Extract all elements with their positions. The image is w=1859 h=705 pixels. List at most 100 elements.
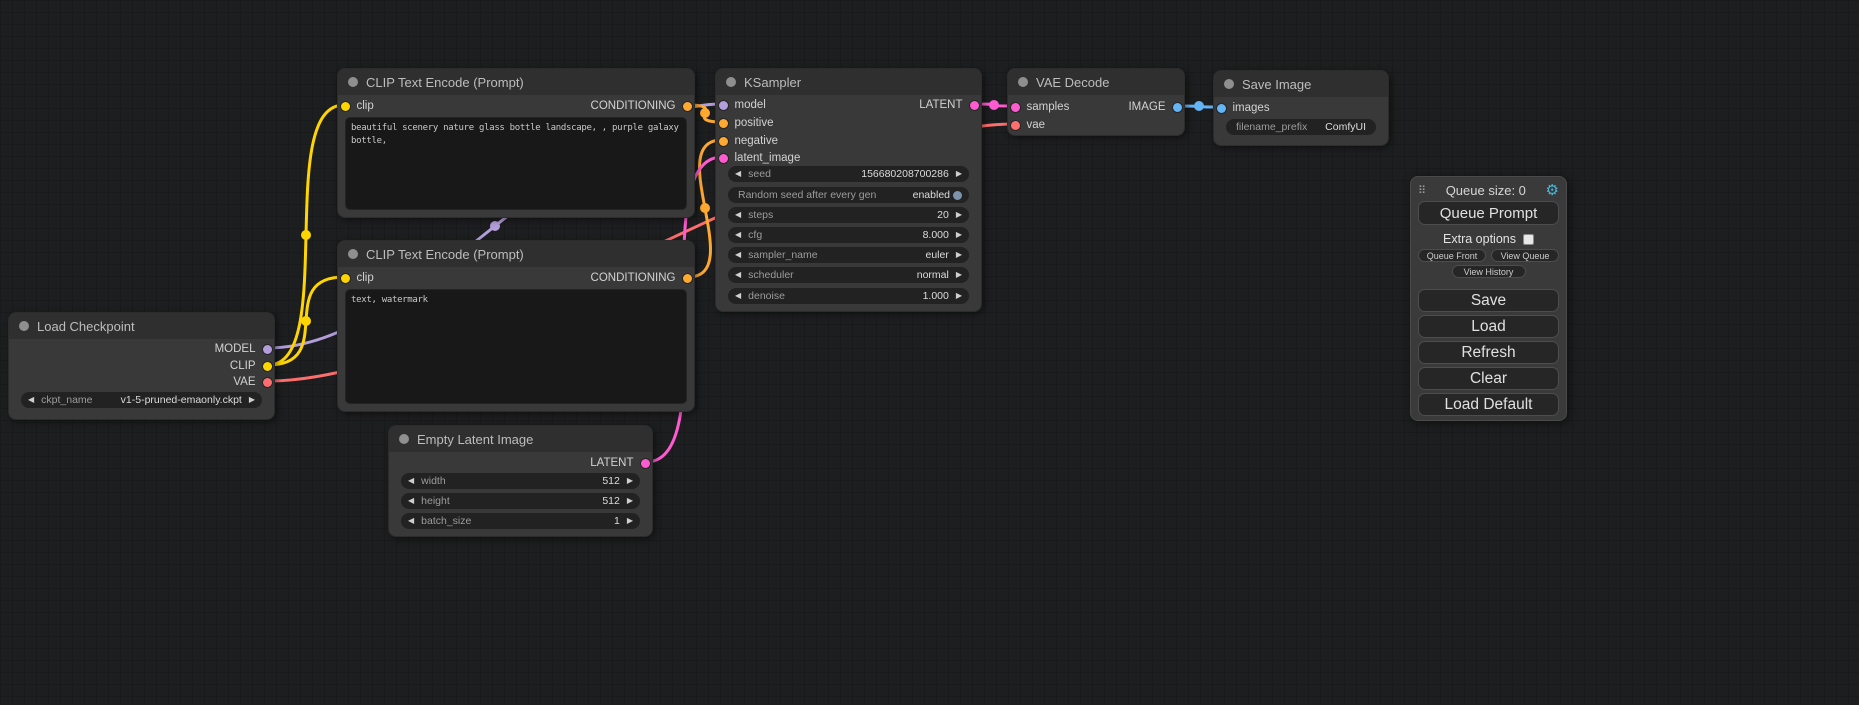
next-arrow-icon[interactable]: ▶: [627, 517, 633, 525]
slot-dot-conditioning[interactable]: [719, 119, 728, 128]
node-title-bar[interactable]: Save Image: [1214, 71, 1388, 97]
slot-dot-image[interactable]: [1173, 103, 1182, 112]
refresh-button[interactable]: Refresh: [1418, 341, 1559, 364]
node-load-checkpoint[interactable]: Load Checkpoint MODEL CLIP VAE ◀ ckpt_na…: [8, 312, 275, 420]
collapse-dot-icon[interactable]: [19, 321, 29, 331]
slot-dot-conditioning[interactable]: [719, 137, 728, 146]
next-arrow-icon[interactable]: ▶: [956, 170, 962, 178]
prev-arrow-icon[interactable]: ◀: [735, 211, 741, 219]
slot-dot-model[interactable]: [719, 101, 728, 110]
slot-dot-clip[interactable]: [341, 102, 350, 111]
prev-arrow-icon[interactable]: ◀: [735, 292, 741, 300]
input-slot-latent-image[interactable]: latent_image: [719, 152, 801, 165]
slot-dot-conditioning[interactable]: [683, 274, 692, 283]
prev-arrow-icon[interactable]: ◀: [735, 231, 741, 239]
clear-button[interactable]: Clear: [1418, 367, 1559, 390]
prev-arrow-icon[interactable]: ◀: [735, 170, 741, 178]
next-arrow-icon[interactable]: ▶: [956, 251, 962, 259]
slot-dot-image[interactable]: [1217, 104, 1226, 113]
prev-arrow-icon[interactable]: ◀: [408, 497, 414, 505]
output-slot-conditioning[interactable]: CONDITIONING: [591, 272, 692, 285]
next-arrow-icon[interactable]: ▶: [627, 497, 633, 505]
queue-front-button[interactable]: Queue Front: [1418, 249, 1486, 262]
widget-scheduler[interactable]: ◀ scheduler normal ▶: [728, 267, 969, 283]
slot-dot-conditioning[interactable]: [683, 102, 692, 111]
node-empty-latent-image[interactable]: Empty Latent Image LATENT ◀ width 512 ▶ …: [388, 425, 653, 537]
prompt-textarea[interactable]: beautiful scenery nature glass bottle la…: [345, 117, 687, 210]
prev-arrow-icon[interactable]: ◀: [408, 517, 414, 525]
widget-sampler-name[interactable]: ◀ sampler_name euler ▶: [728, 247, 969, 263]
view-queue-button[interactable]: View Queue: [1491, 249, 1559, 262]
slot-dot-model[interactable]: [263, 345, 272, 354]
node-save-image[interactable]: Save Image images filename_prefix ComfyU…: [1213, 70, 1389, 146]
node-clip-text-encode-positive[interactable]: CLIP Text Encode (Prompt) clip CONDITION…: [337, 68, 695, 218]
collapse-dot-icon[interactable]: [1018, 77, 1028, 87]
slot-dot-vae[interactable]: [1011, 121, 1020, 130]
prev-arrow-icon[interactable]: ◀: [735, 271, 741, 279]
output-slot-vae[interactable]: VAE: [233, 376, 271, 389]
next-arrow-icon[interactable]: ▶: [956, 231, 962, 239]
widget-seed[interactable]: ◀ seed 156680208700286 ▶: [728, 166, 969, 182]
slot-dot-latent[interactable]: [641, 459, 650, 468]
toggle-indicator-icon[interactable]: [953, 191, 962, 200]
input-slot-clip[interactable]: clip: [341, 272, 374, 285]
slot-dot-latent[interactable]: [719, 154, 728, 163]
input-slot-clip[interactable]: clip: [341, 100, 374, 113]
view-history-button[interactable]: View History: [1452, 265, 1526, 278]
load-button[interactable]: Load: [1418, 315, 1559, 338]
prev-arrow-icon[interactable]: ◀: [408, 477, 414, 485]
widget-ckpt-name[interactable]: ◀ ckpt_name v1-5-pruned-emaonly.ckpt ▶: [21, 392, 262, 408]
slot-dot-latent[interactable]: [970, 101, 979, 110]
output-slot-model[interactable]: MODEL: [215, 343, 272, 356]
settings-gear-icon[interactable]: ⚙: [1546, 183, 1559, 198]
widget-height[interactable]: ◀ height 512 ▶: [401, 493, 640, 509]
next-arrow-icon[interactable]: ▶: [956, 292, 962, 300]
node-title-bar[interactable]: CLIP Text Encode (Prompt): [338, 69, 694, 95]
node-title-bar[interactable]: CLIP Text Encode (Prompt): [338, 241, 694, 267]
input-slot-images[interactable]: images: [1217, 102, 1270, 115]
next-arrow-icon[interactable]: ▶: [956, 271, 962, 279]
input-slot-positive[interactable]: positive: [719, 117, 774, 130]
widget-batch-size[interactable]: ◀ batch_size 1 ▶: [401, 513, 640, 529]
slot-dot-clip[interactable]: [263, 362, 272, 371]
load-default-button[interactable]: Load Default: [1418, 393, 1559, 416]
slot-dot-vae[interactable]: [263, 378, 272, 387]
collapse-dot-icon[interactable]: [348, 77, 358, 87]
input-slot-negative[interactable]: negative: [719, 135, 778, 148]
next-arrow-icon[interactable]: ▶: [249, 396, 255, 404]
node-title-bar[interactable]: VAE Decode: [1008, 69, 1184, 95]
slot-dot-clip[interactable]: [341, 274, 350, 283]
widget-width[interactable]: ◀ width 512 ▶: [401, 473, 640, 489]
widget-denoise[interactable]: ◀ denoise 1.000 ▶: [728, 288, 969, 304]
save-button[interactable]: Save: [1418, 289, 1559, 312]
node-title-bar[interactable]: KSampler: [716, 69, 981, 95]
widget-random-seed-toggle[interactable]: Random seed after every gen enabled: [728, 187, 969, 203]
widget-cfg[interactable]: ◀ cfg 8.000 ▶: [728, 227, 969, 243]
collapse-dot-icon[interactable]: [348, 249, 358, 259]
widget-steps[interactable]: ◀ steps 20 ▶: [728, 207, 969, 223]
drag-handle-icon[interactable]: ⠿: [1418, 184, 1426, 197]
node-title-bar[interactable]: Empty Latent Image: [389, 426, 652, 452]
input-slot-vae[interactable]: vae: [1011, 119, 1046, 132]
output-slot-image[interactable]: IMAGE: [1128, 101, 1181, 114]
prompt-textarea[interactable]: text, watermark: [345, 289, 687, 404]
input-slot-samples[interactable]: samples: [1011, 101, 1070, 114]
collapse-dot-icon[interactable]: [399, 434, 409, 444]
node-title-bar[interactable]: Load Checkpoint: [9, 313, 274, 339]
widget-filename-prefix[interactable]: filename_prefix ComfyUI: [1226, 119, 1376, 135]
graph-canvas[interactable]: { "colors": { "model": "#b39ddb", "clip"…: [0, 0, 1859, 705]
next-arrow-icon[interactable]: ▶: [627, 477, 633, 485]
output-slot-clip[interactable]: CLIP: [230, 360, 272, 373]
collapse-dot-icon[interactable]: [1224, 79, 1234, 89]
input-slot-model[interactable]: model: [719, 99, 766, 112]
slot-dot-latent[interactable]: [1011, 103, 1020, 112]
prev-arrow-icon[interactable]: ◀: [735, 251, 741, 259]
node-clip-text-encode-negative[interactable]: CLIP Text Encode (Prompt) clip CONDITION…: [337, 240, 695, 412]
queue-prompt-button[interactable]: Queue Prompt: [1418, 201, 1559, 225]
collapse-dot-icon[interactable]: [726, 77, 736, 87]
node-ksampler[interactable]: KSampler model LATENT positive negative …: [715, 68, 982, 312]
next-arrow-icon[interactable]: ▶: [956, 211, 962, 219]
node-vae-decode[interactable]: VAE Decode samples IMAGE vae: [1007, 68, 1185, 136]
output-slot-latent[interactable]: LATENT: [919, 99, 978, 112]
prev-arrow-icon[interactable]: ◀: [28, 396, 34, 404]
